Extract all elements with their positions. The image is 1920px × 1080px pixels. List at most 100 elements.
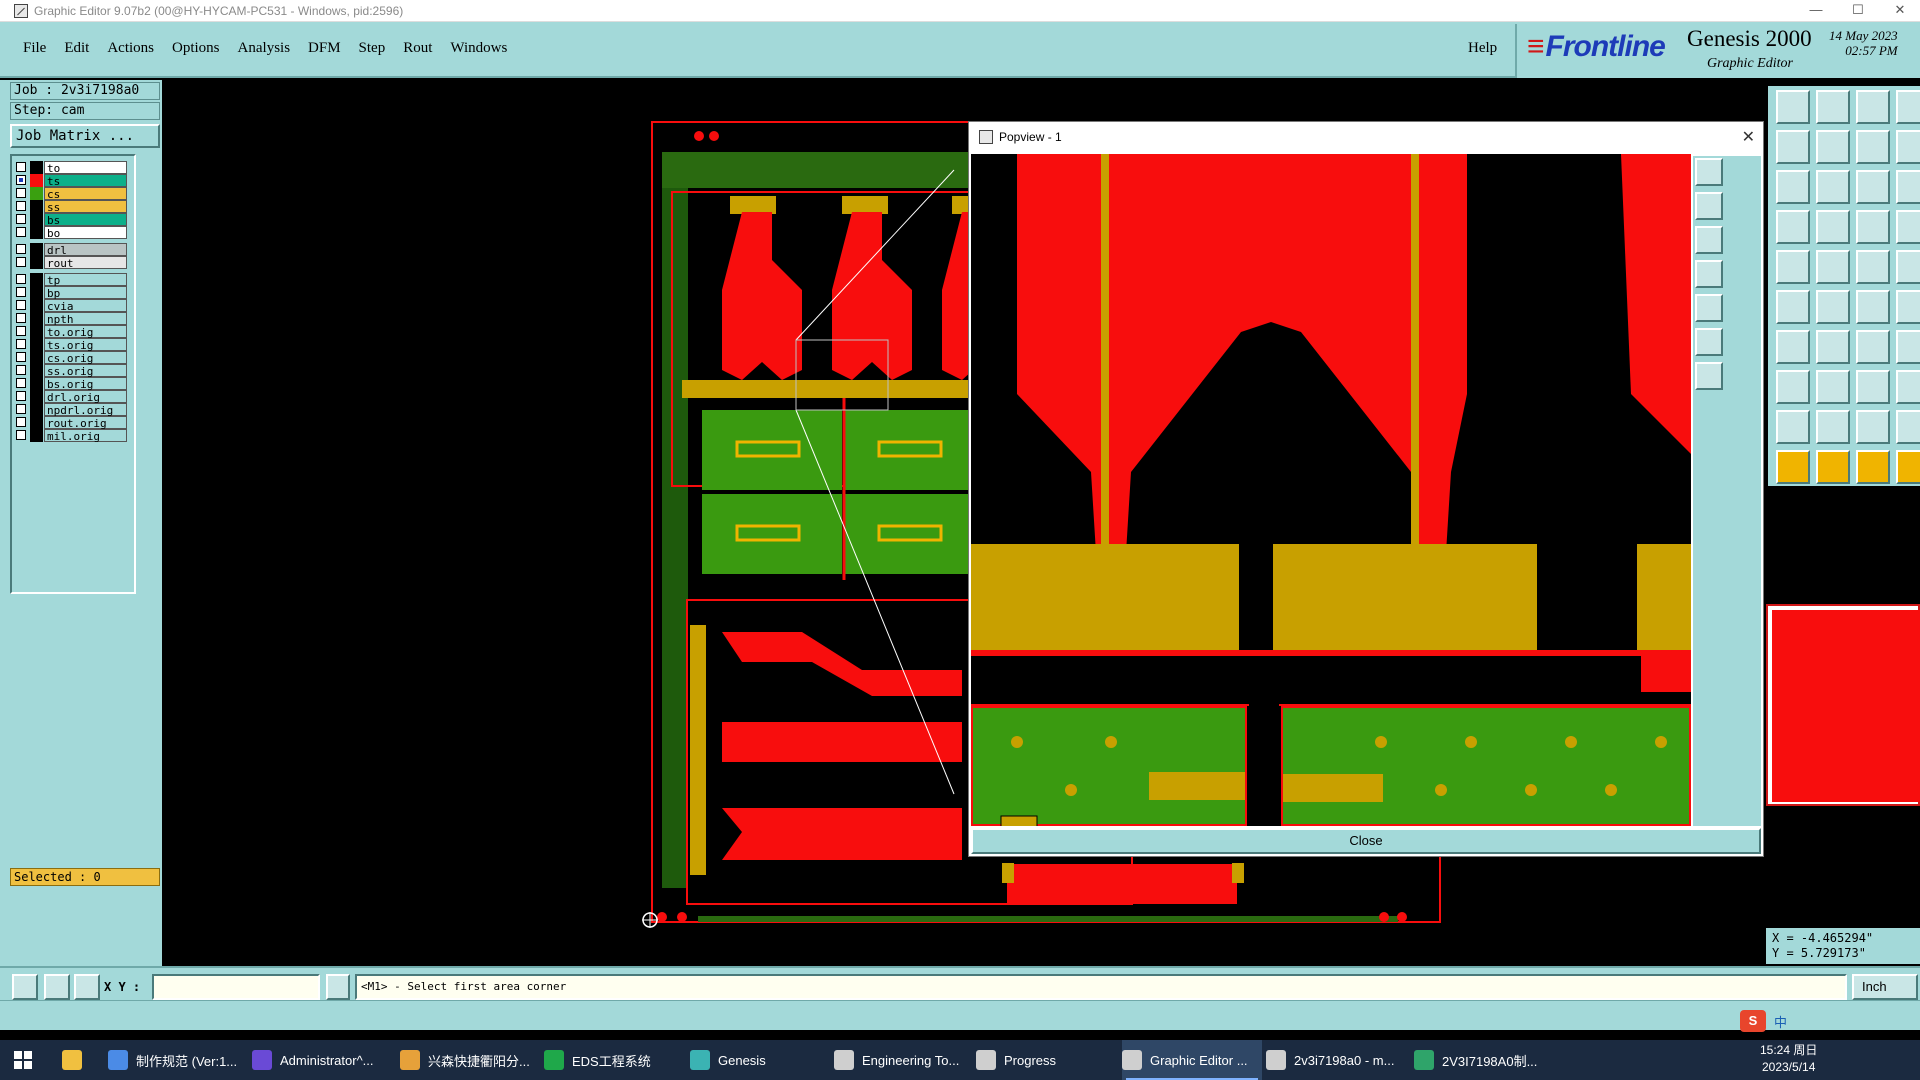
- layer-name[interactable]: bo: [44, 225, 127, 240]
- layer-row[interactable]: to: [16, 160, 127, 175]
- popview-tool-button[interactable]: [1695, 260, 1723, 288]
- popview-tool-button[interactable]: [1695, 226, 1723, 254]
- tool-button[interactable]: [1856, 130, 1890, 164]
- layer-checkbox[interactable]: [16, 313, 26, 323]
- tool-button[interactable]: [1896, 90, 1920, 124]
- layer-row[interactable]: drl: [16, 242, 127, 257]
- popview-tool-button[interactable]: [1695, 294, 1723, 322]
- menu-windows[interactable]: Windows: [441, 40, 516, 57]
- layer-checkbox[interactable]: [16, 352, 26, 362]
- tool-button[interactable]: [1816, 250, 1850, 284]
- layer-name[interactable]: to: [44, 160, 127, 175]
- tool-button[interactable]: [1896, 250, 1920, 284]
- tool-button[interactable]: [1856, 90, 1890, 124]
- menu-dfm[interactable]: DFM: [299, 40, 350, 57]
- layer-checkbox[interactable]: [16, 378, 26, 388]
- tool-button[interactable]: [1816, 290, 1850, 324]
- layer-checkbox[interactable]: [16, 162, 26, 172]
- tool-button[interactable]: [1816, 130, 1850, 164]
- taskbar-item[interactable]: 2V3I7198A0制...: [1414, 1040, 1554, 1080]
- layer-checkbox[interactable]: [16, 339, 26, 349]
- job-matrix-button[interactable]: Job Matrix ...: [10, 124, 160, 148]
- tool-button[interactable]: [1896, 130, 1920, 164]
- layer-name[interactable]: drl.orig: [44, 389, 127, 404]
- tool-button[interactable]: [1776, 290, 1810, 324]
- snap-button[interactable]: [12, 974, 38, 1000]
- taskbar-item[interactable]: EDS工程系统: [544, 1040, 686, 1080]
- xy-input[interactable]: [152, 974, 320, 1000]
- layer-name[interactable]: cs: [44, 186, 127, 201]
- tool-button[interactable]: [1856, 450, 1890, 484]
- tool-button[interactable]: [1816, 370, 1850, 404]
- popview-tool-button[interactable]: [1695, 192, 1723, 220]
- popview-tool-button[interactable]: [1695, 362, 1723, 390]
- layer-checkbox[interactable]: [16, 404, 26, 414]
- tool-button[interactable]: [1776, 210, 1810, 244]
- tool-button[interactable]: [1896, 170, 1920, 204]
- start-button[interactable]: [14, 1040, 44, 1080]
- tool-button[interactable]: [1896, 210, 1920, 244]
- layer-row[interactable]: cs.orig: [16, 350, 127, 365]
- tool-button[interactable]: [1776, 130, 1810, 164]
- tool-button[interactable]: [1816, 90, 1850, 124]
- popview-canvas[interactable]: [969, 154, 1693, 847]
- layer-name[interactable]: bs.orig: [44, 376, 127, 391]
- layer-name[interactable]: bs: [44, 212, 127, 227]
- layer-row[interactable]: npdrl.orig: [16, 402, 127, 417]
- popview-title-bar[interactable]: Popview - 1 ✕: [969, 122, 1763, 152]
- taskbar-item[interactable]: Administrator^...: [252, 1040, 396, 1080]
- measure-button[interactable]: [44, 974, 70, 1000]
- menu-step[interactable]: Step: [350, 40, 395, 57]
- tool-button[interactable]: [1856, 370, 1890, 404]
- menu-file[interactable]: File: [14, 40, 55, 57]
- layer-row[interactable]: bo: [16, 225, 127, 240]
- taskbar-item[interactable]: Progress: [976, 1040, 1118, 1080]
- menu-analysis[interactable]: Analysis: [229, 40, 300, 57]
- layer-row[interactable]: npth: [16, 311, 127, 326]
- file-explorer-button[interactable]: [62, 1040, 92, 1080]
- ime-toolbar[interactable]: S 中: [1740, 1010, 1787, 1032]
- system-clock[interactable]: 15:24 周日 2023/5/14: [1760, 1042, 1817, 1076]
- layer-row[interactable]: tp: [16, 272, 127, 287]
- layer-row[interactable]: mil.orig: [16, 428, 127, 443]
- tool-button[interactable]: [1776, 370, 1810, 404]
- layer-row[interactable]: drl.orig: [16, 389, 127, 404]
- layer-checkbox[interactable]: [16, 175, 26, 185]
- layer-checkbox[interactable]: [16, 391, 26, 401]
- layer-checkbox[interactable]: [16, 287, 26, 297]
- tool-button[interactable]: [1776, 170, 1810, 204]
- layer-checkbox[interactable]: [16, 214, 26, 224]
- layer-name[interactable]: to.orig: [44, 324, 127, 339]
- layer-row[interactable]: bs: [16, 212, 127, 227]
- layer-row[interactable]: cs: [16, 186, 127, 201]
- layer-name[interactable]: npdrl.orig: [44, 402, 127, 417]
- layer-name[interactable]: cvia: [44, 298, 127, 313]
- tool-button[interactable]: [1896, 450, 1920, 484]
- tool-button[interactable]: [1816, 170, 1850, 204]
- layer-name[interactable]: ss.orig: [44, 363, 127, 378]
- tool-button[interactable]: [1776, 250, 1810, 284]
- layer-row[interactable]: ss.orig: [16, 363, 127, 378]
- popview-tool-button[interactable]: [1695, 328, 1723, 356]
- popview-window[interactable]: Popview - 1 ✕ Close: [968, 121, 1764, 857]
- layer-name[interactable]: rout: [44, 255, 127, 270]
- tool-button[interactable]: [1776, 410, 1810, 444]
- popview-close-icon[interactable]: ✕: [1742, 127, 1755, 147]
- menu-help[interactable]: Help: [1468, 40, 1497, 57]
- tool-button[interactable]: [1856, 210, 1890, 244]
- menu-edit[interactable]: Edit: [55, 40, 98, 57]
- layer-checkbox[interactable]: [16, 430, 26, 440]
- menu-actions[interactable]: Actions: [98, 40, 163, 57]
- popview-tool-button[interactable]: [1695, 158, 1723, 186]
- layer-checkbox[interactable]: [16, 300, 26, 310]
- taskbar-item[interactable]: Genesis: [690, 1040, 830, 1080]
- layer-name[interactable]: bp: [44, 285, 127, 300]
- layer-row[interactable]: ts: [16, 173, 127, 188]
- overview-map[interactable]: [1766, 604, 1920, 806]
- layer-row[interactable]: to.orig: [16, 324, 127, 339]
- layer-checkbox[interactable]: [16, 227, 26, 237]
- layer-name[interactable]: npth: [44, 311, 127, 326]
- grid-button[interactable]: [74, 974, 100, 1000]
- layer-row[interactable]: bs.orig: [16, 376, 127, 391]
- layer-name[interactable]: mil.orig: [44, 428, 127, 443]
